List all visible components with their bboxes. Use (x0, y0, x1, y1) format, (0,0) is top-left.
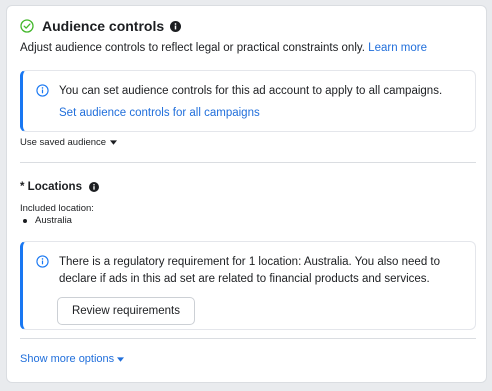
notice-text: You can set audience controls for this a… (59, 85, 443, 97)
locations-header: * Locations (20, 181, 99, 193)
learn-more-link[interactable]: Learn more (368, 42, 427, 54)
review-requirements-button[interactable]: Review requirements (57, 297, 195, 325)
info-solid-icon[interactable] (88, 182, 99, 192)
show-more-options-link[interactable]: Show more options (20, 353, 125, 365)
divider (20, 338, 476, 339)
audience-controls-panel: Audience controls Adjust audience contro… (6, 5, 487, 383)
use-saved-audience-dropdown[interactable]: Use saved audience (20, 137, 118, 148)
description-text: Adjust audience controls to reflect lega… (20, 42, 365, 54)
info-solid-icon[interactable] (170, 20, 182, 32)
dropdown-label: Use saved audience (20, 137, 107, 148)
account-controls-notice: You can set audience controls for this a… (20, 70, 476, 132)
included-location-label: Included location: (20, 203, 94, 214)
regulatory-notice: There is a regulatory requirement for 1 … (20, 241, 476, 330)
location-list-item: Australia (20, 215, 72, 226)
show-more-label: Show more options (20, 353, 115, 365)
section-title: Audience controls (42, 18, 165, 34)
info-outline-icon (36, 84, 49, 97)
location-name: Australia (35, 215, 72, 226)
caret-down-icon (117, 356, 125, 362)
section-header: Audience controls (20, 18, 182, 34)
caret-down-icon (110, 140, 118, 145)
divider (20, 162, 476, 163)
locations-title: * Locations (20, 181, 82, 193)
check-circle-icon (20, 19, 34, 33)
section-description: Adjust audience controls to reflect lega… (20, 42, 427, 54)
set-audience-controls-link[interactable]: Set audience controls for all campaigns (59, 107, 260, 119)
bullet-icon (23, 218, 27, 223)
regulatory-notice-text: There is a regulatory requirement for 1 … (59, 256, 441, 285)
info-outline-icon (36, 255, 49, 268)
